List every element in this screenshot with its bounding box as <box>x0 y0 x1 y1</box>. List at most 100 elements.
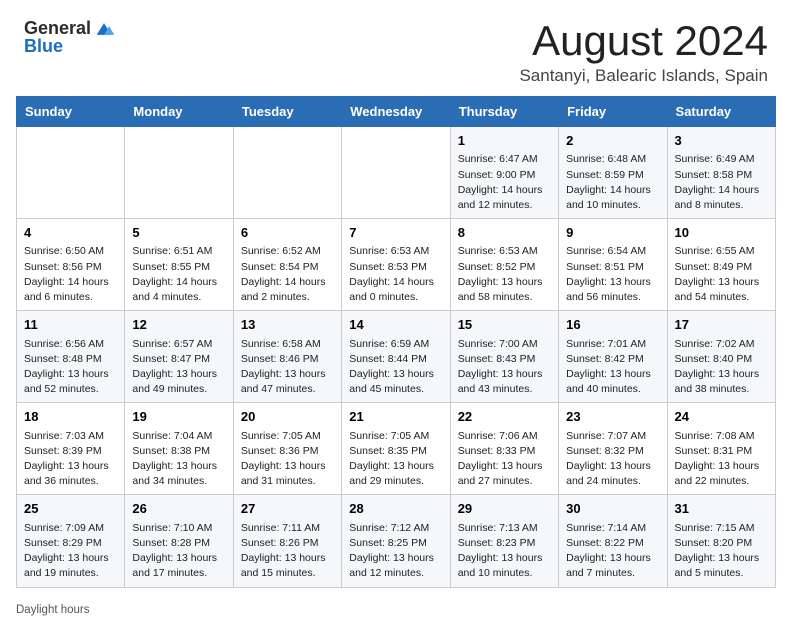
calendar-cell: 9Sunrise: 6:54 AM Sunset: 8:51 PM Daylig… <box>559 219 667 311</box>
calendar-cell: 2Sunrise: 6:48 AM Sunset: 8:59 PM Daylig… <box>559 127 667 219</box>
calendar-cell: 8 Sunrise: 6:53 AM Sunset: 8:52 PM Daylig… <box>450 219 558 311</box>
main-title: August 2024 <box>519 18 768 64</box>
calendar-cell: 19 Sunrise: 7:04 AM Sunset: 8:38 PM Dayli… <box>125 403 233 495</box>
day-number: 10 <box>675 224 768 242</box>
calendar-cell: 13 Sunrise: 6:58 AM Sunset: 8:46 PM Dayli… <box>233 311 341 403</box>
day-number: 21 <box>349 408 442 426</box>
day-number: 18 <box>24 408 117 426</box>
calendar-cell: 5Sunrise: 6:51 AM Sunset: 8:55 PM Daylig… <box>125 219 233 311</box>
logo-icon <box>93 18 115 40</box>
title-area: August 2024 Santanyi, Balearic Islands, … <box>519 18 768 86</box>
day-number: 30 <box>566 500 659 518</box>
day-number: 17 <box>675 316 768 334</box>
day-info: Sunrise: 6:58 AM Sunset: 8:46 PM Dayligh… <box>241 337 334 398</box>
calendar-body: 1Sunrise: 6:47 AM Sunset: 9:00 PM Daylig… <box>17 127 776 587</box>
day-number: 27 <box>241 500 334 518</box>
week-row-3: 11Sunrise: 6:56 AM Sunset: 8:48 PM Dayli… <box>17 311 776 403</box>
day-info: Sunrise: 7:08 AM Sunset: 8:31 PM Dayligh… <box>675 429 768 490</box>
day-number: 23 <box>566 408 659 426</box>
calendar-cell: 22 Sunrise: 7:06 AM Sunset: 8:33 PM Dayli… <box>450 403 558 495</box>
day-info: Sunrise: 6:49 AM Sunset: 8:58 PM Dayligh… <box>675 152 768 213</box>
day-number: 15 <box>458 316 551 334</box>
calendar-cell <box>233 127 341 219</box>
weekday-header-thursday: Thursday <box>450 97 558 127</box>
weekday-header-saturday: Saturday <box>667 97 775 127</box>
weekday-row: SundayMondayTuesdayWednesdayThursdayFrid… <box>17 97 776 127</box>
day-number: 28 <box>349 500 442 518</box>
day-info: Sunrise: 6:53 AM Sunset: 8:52 PM Dayligh… <box>458 244 551 305</box>
day-info: Sunrise: 7:01 AM Sunset: 8:42 PM Dayligh… <box>566 337 659 398</box>
calendar-cell: 3 Sunrise: 6:49 AM Sunset: 8:58 PM Daylig… <box>667 127 775 219</box>
calendar-cell: 27Sunrise: 7:11 AM Sunset: 8:26 PM Dayli… <box>233 495 341 587</box>
day-number: 19 <box>132 408 225 426</box>
calendar-cell: 20 Sunrise: 7:05 AM Sunset: 8:36 PM Dayli… <box>233 403 341 495</box>
weekday-header-monday: Monday <box>125 97 233 127</box>
day-info: Sunrise: 7:04 AM Sunset: 8:38 PM Dayligh… <box>132 429 225 490</box>
calendar-cell: 21 Sunrise: 7:05 AM Sunset: 8:35 PM Dayli… <box>342 403 450 495</box>
calendar-cell: 14Sunrise: 6:59 AM Sunset: 8:44 PM Dayli… <box>342 311 450 403</box>
week-row-5: 25 Sunrise: 7:09 AM Sunset: 8:29 PM Dayli… <box>17 495 776 587</box>
calendar-cell: 11Sunrise: 6:56 AM Sunset: 8:48 PM Dayli… <box>17 311 125 403</box>
day-info: Sunrise: 7:05 AM Sunset: 8:35 PM Dayligh… <box>349 429 442 490</box>
weekday-header-friday: Friday <box>559 97 667 127</box>
day-number: 7 <box>349 224 442 242</box>
weekday-header-sunday: Sunday <box>17 97 125 127</box>
calendar-wrapper: SundayMondayTuesdayWednesdayThursdayFrid… <box>0 96 792 599</box>
day-info: Sunrise: 7:10 AM Sunset: 8:28 PM Dayligh… <box>132 521 225 582</box>
calendar-cell: 28 Sunrise: 7:12 AM Sunset: 8:25 PM Dayli… <box>342 495 450 587</box>
calendar-table: SundayMondayTuesdayWednesdayThursdayFrid… <box>16 96 776 587</box>
day-info: Sunrise: 7:06 AM Sunset: 8:33 PM Dayligh… <box>458 429 551 490</box>
day-number: 25 <box>24 500 117 518</box>
calendar-cell: 15 Sunrise: 7:00 AM Sunset: 8:43 PM Dayli… <box>450 311 558 403</box>
calendar-cell: 24Sunrise: 7:08 AM Sunset: 8:31 PM Dayli… <box>667 403 775 495</box>
day-number: 8 <box>458 224 551 242</box>
week-row-2: 4 Sunrise: 6:50 AM Sunset: 8:56 PM Daylig… <box>17 219 776 311</box>
day-number: 1 <box>458 132 551 150</box>
day-info: Sunrise: 7:14 AM Sunset: 8:22 PM Dayligh… <box>566 521 659 582</box>
day-number: 16 <box>566 316 659 334</box>
calendar-cell <box>342 127 450 219</box>
calendar-cell <box>17 127 125 219</box>
calendar-cell: 29 Sunrise: 7:13 AM Sunset: 8:23 PM Dayli… <box>450 495 558 587</box>
calendar-header: SundayMondayTuesdayWednesdayThursdayFrid… <box>17 97 776 127</box>
calendar-cell: 6Sunrise: 6:52 AM Sunset: 8:54 PM Daylig… <box>233 219 341 311</box>
calendar-cell: 7 Sunrise: 6:53 AM Sunset: 8:53 PM Daylig… <box>342 219 450 311</box>
day-info: Sunrise: 7:13 AM Sunset: 8:23 PM Dayligh… <box>458 521 551 582</box>
calendar-cell: 12 Sunrise: 6:57 AM Sunset: 8:47 PM Dayli… <box>125 311 233 403</box>
day-number: 26 <box>132 500 225 518</box>
day-number: 20 <box>241 408 334 426</box>
weekday-header-wednesday: Wednesday <box>342 97 450 127</box>
day-info: Sunrise: 6:48 AM Sunset: 8:59 PM Dayligh… <box>566 152 659 213</box>
calendar-cell: 1Sunrise: 6:47 AM Sunset: 9:00 PM Daylig… <box>450 127 558 219</box>
day-info: Sunrise: 7:12 AM Sunset: 8:25 PM Dayligh… <box>349 521 442 582</box>
week-row-1: 1Sunrise: 6:47 AM Sunset: 9:00 PM Daylig… <box>17 127 776 219</box>
day-info: Sunrise: 7:09 AM Sunset: 8:29 PM Dayligh… <box>24 521 117 582</box>
calendar-cell: 23Sunrise: 7:07 AM Sunset: 8:32 PM Dayli… <box>559 403 667 495</box>
day-info: Sunrise: 7:05 AM Sunset: 8:36 PM Dayligh… <box>241 429 334 490</box>
day-info: Sunrise: 7:00 AM Sunset: 8:43 PM Dayligh… <box>458 337 551 398</box>
day-info: Sunrise: 6:53 AM Sunset: 8:53 PM Dayligh… <box>349 244 442 305</box>
subtitle: Santanyi, Balearic Islands, Spain <box>519 66 768 86</box>
calendar-cell: 25 Sunrise: 7:09 AM Sunset: 8:29 PM Dayli… <box>17 495 125 587</box>
day-info: Sunrise: 6:52 AM Sunset: 8:54 PM Dayligh… <box>241 244 334 305</box>
day-info: Sunrise: 6:50 AM Sunset: 8:56 PM Dayligh… <box>24 244 117 305</box>
day-info: Sunrise: 7:15 AM Sunset: 8:20 PM Dayligh… <box>675 521 768 582</box>
day-info: Sunrise: 6:56 AM Sunset: 8:48 PM Dayligh… <box>24 337 117 398</box>
day-info: Sunrise: 6:59 AM Sunset: 8:44 PM Dayligh… <box>349 337 442 398</box>
day-number: 22 <box>458 408 551 426</box>
calendar-cell: 26 Sunrise: 7:10 AM Sunset: 8:28 PM Dayli… <box>125 495 233 587</box>
day-info: Sunrise: 6:57 AM Sunset: 8:47 PM Dayligh… <box>132 337 225 398</box>
week-row-4: 18Sunrise: 7:03 AM Sunset: 8:39 PM Dayli… <box>17 403 776 495</box>
day-number: 5 <box>132 224 225 242</box>
calendar-cell: 16 Sunrise: 7:01 AM Sunset: 8:42 PM Dayli… <box>559 311 667 403</box>
calendar-cell: 30 Sunrise: 7:14 AM Sunset: 8:22 PM Dayli… <box>559 495 667 587</box>
page-header: General Blue August 2024 Santanyi, Balea… <box>0 0 792 96</box>
day-number: 31 <box>675 500 768 518</box>
day-number: 13 <box>241 316 334 334</box>
calendar-cell: 31 Sunrise: 7:15 AM Sunset: 8:20 PM Dayli… <box>667 495 775 587</box>
day-number: 4 <box>24 224 117 242</box>
day-number: 3 <box>675 132 768 150</box>
logo: General Blue <box>24 18 115 58</box>
day-number: 12 <box>132 316 225 334</box>
day-number: 29 <box>458 500 551 518</box>
